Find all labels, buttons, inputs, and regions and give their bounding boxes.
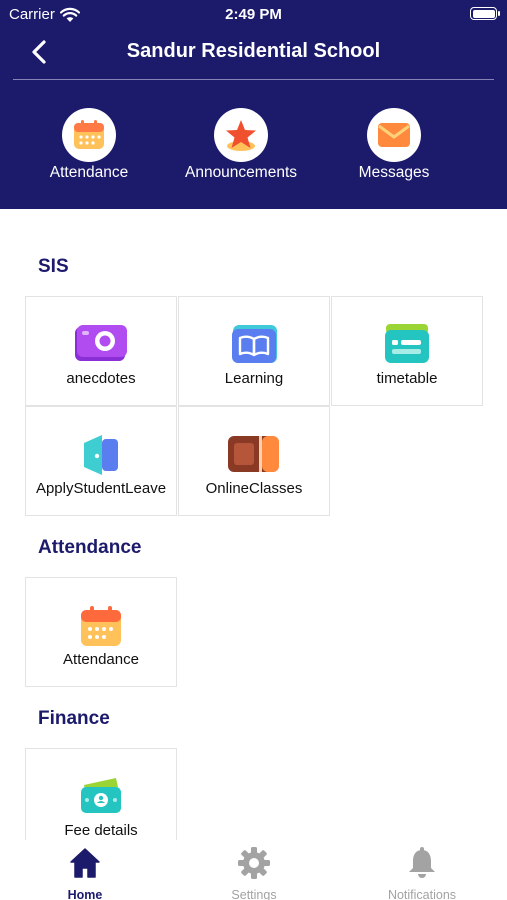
tab-label: Notifications <box>387 888 457 900</box>
tile-anecdotes[interactable]: anecdotes <box>25 296 177 406</box>
timetable-icon <box>385 324 429 363</box>
section-title-sis: SIS <box>38 256 69 277</box>
tab-home[interactable]: Home <box>20 846 150 900</box>
tile-label: Fee details <box>64 822 138 839</box>
quick-action-attendance[interactable]: Attendance <box>24 108 154 182</box>
gear-icon <box>238 847 270 879</box>
section-title-attendance: Attendance <box>38 537 142 558</box>
quick-action-announcements[interactable]: Announcements <box>176 108 306 182</box>
header-divider <box>13 79 494 80</box>
home-icon <box>70 848 100 878</box>
tile-timetable[interactable]: timetable <box>331 296 483 406</box>
status-time: 2:49 PM <box>225 6 282 23</box>
calendar-icon <box>74 120 104 149</box>
tile-attendance[interactable]: Attendance <box>25 577 177 687</box>
tab-notifications[interactable]: Notifications <box>357 846 487 900</box>
tile-label: anecdotes <box>66 370 136 387</box>
tab-settings[interactable]: Settings <box>189 846 319 900</box>
content-scroll-area[interactable]: SIS anecdotes Learning timetable ApplySt… <box>0 209 507 840</box>
tile-learning[interactable]: Learning <box>178 296 330 406</box>
quick-action-label: Messages <box>358 164 430 181</box>
online-class-icon <box>228 436 279 472</box>
tile-label: timetable <box>376 370 438 387</box>
quick-action-label: Attendance <box>49 164 129 181</box>
star-icon <box>226 120 256 151</box>
back-button[interactable] <box>26 38 52 66</box>
tile-label: OnlineClasses <box>205 480 303 497</box>
tab-bar: Home Settings Notifications <box>0 840 507 900</box>
app-header: Carrier 2:49 PM Sandur Residential Schoo… <box>0 0 507 209</box>
tile-label: ApplyStudentLeave <box>35 480 167 497</box>
section-title-finance: Finance <box>38 708 110 729</box>
battery-icon <box>470 7 500 20</box>
book-icon <box>232 325 277 363</box>
page-title: Sandur Residential School <box>126 40 381 62</box>
camera-icon <box>75 325 127 361</box>
quick-action-label: Announcements <box>184 164 298 181</box>
envelope-icon <box>378 123 410 147</box>
money-icon <box>81 778 121 813</box>
tile-online-classes[interactable]: OnlineClasses <box>178 406 330 516</box>
tile-fee-details[interactable]: Fee details <box>25 748 177 840</box>
bell-icon <box>409 847 435 878</box>
quick-action-messages[interactable]: Messages <box>329 108 459 182</box>
tile-label: Attendance <box>63 651 139 668</box>
tab-label: Settings <box>231 888 277 900</box>
status-bar: Carrier 2:49 PM <box>0 0 507 28</box>
door-icon <box>84 435 118 475</box>
tile-apply-student-leave[interactable]: ApplyStudentLeave <box>25 406 177 516</box>
tab-label: Home <box>67 888 103 900</box>
calendar-icon <box>81 606 121 646</box>
tile-label: Learning <box>224 370 284 387</box>
